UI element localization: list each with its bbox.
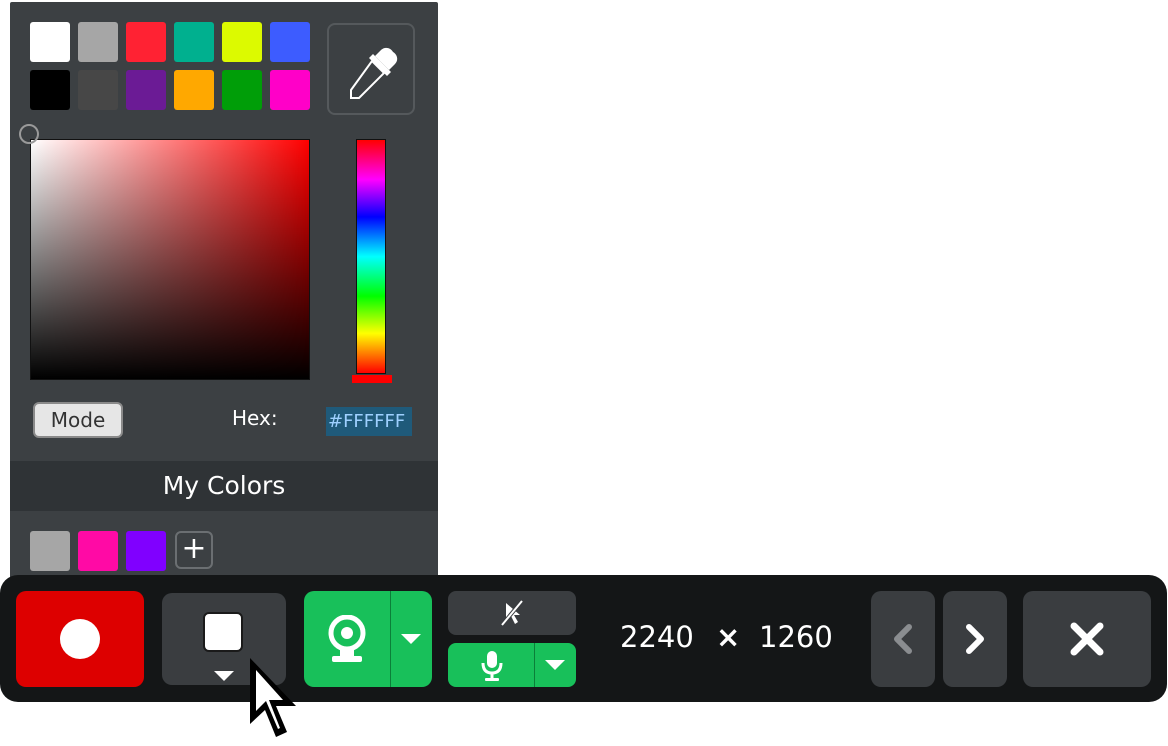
next-button[interactable]	[943, 591, 1007, 687]
previous-button[interactable]	[871, 591, 935, 687]
capture-height[interactable]: 1260	[759, 618, 833, 656]
webcam-button[interactable]	[304, 591, 390, 687]
my-colors-title: My Colors	[10, 461, 438, 511]
record-icon	[60, 619, 100, 659]
swatch-blue[interactable]	[270, 22, 310, 62]
swatch-red[interactable]	[126, 22, 166, 62]
hue-slider[interactable]	[356, 139, 386, 374]
eyedropper-button[interactable]	[327, 23, 415, 115]
mode-button[interactable]: Mode	[33, 402, 123, 438]
chevron-down-icon	[545, 660, 565, 670]
swatch-orange[interactable]	[174, 70, 214, 110]
webcam-icon	[328, 615, 366, 662]
selected-color-swatch	[203, 612, 243, 652]
close-icon	[1070, 622, 1104, 656]
swatch-white[interactable]	[30, 22, 70, 62]
capture-width[interactable]: 2240	[620, 618, 694, 656]
close-button[interactable]	[1023, 591, 1151, 687]
microphone-button[interactable]	[448, 643, 534, 687]
chevron-right-icon	[966, 624, 984, 654]
color-picker-popover: Mode Hex: My Colors +	[10, 2, 438, 590]
hex-label: Hex:	[232, 406, 278, 430]
my-color-pink[interactable]	[78, 531, 118, 571]
mouse-pointer-icon	[250, 658, 296, 737]
chevron-down-icon	[214, 671, 234, 681]
swatch-black[interactable]	[30, 70, 70, 110]
eyedropper-icon	[350, 47, 398, 99]
hex-input[interactable]	[326, 407, 412, 436]
swatch-green[interactable]	[222, 70, 262, 110]
saturation-value-area[interactable]	[30, 139, 310, 380]
add-color-button[interactable]: +	[175, 531, 213, 569]
swatch-dark-gray[interactable]	[78, 70, 118, 110]
swatch-teal[interactable]	[174, 22, 214, 62]
swatch-yellow-green[interactable]	[222, 22, 262, 62]
chevron-down-icon	[401, 634, 421, 644]
microphone-options-button[interactable]	[535, 643, 576, 687]
record-button[interactable]	[16, 591, 144, 687]
hue-slider-handle[interactable]	[352, 375, 392, 383]
swatch-purple[interactable]	[126, 70, 166, 110]
microphone-icon	[481, 651, 503, 681]
my-color-violet[interactable]	[126, 531, 166, 571]
swatch-gray[interactable]	[78, 22, 118, 62]
dimension-separator: ×	[716, 620, 741, 654]
cursor-toggle-button[interactable]	[448, 591, 576, 635]
saturation-value-handle[interactable]	[19, 124, 39, 144]
chevron-left-icon	[894, 624, 912, 654]
webcam-options-button[interactable]	[391, 591, 432, 687]
my-color-gray[interactable]	[30, 531, 70, 571]
cursor-off-icon	[500, 599, 524, 627]
swatch-magenta[interactable]	[270, 70, 310, 110]
